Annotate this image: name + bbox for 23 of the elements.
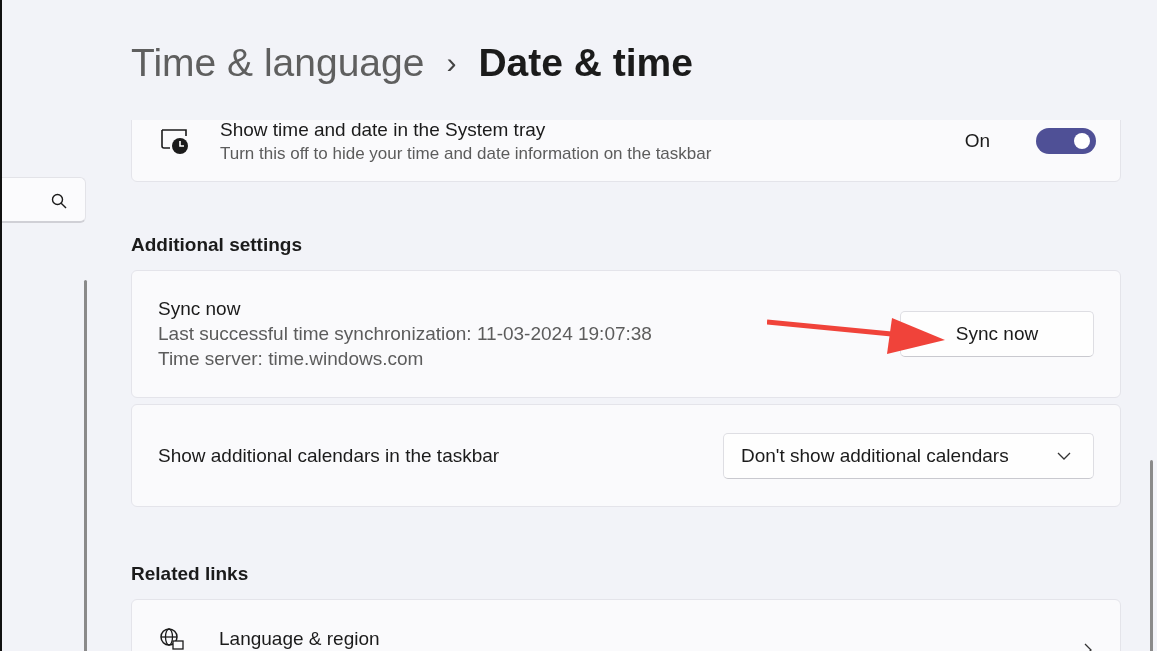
calendar-dropdown[interactable]: Don't show additional calendars xyxy=(723,432,1094,479)
section-heading: Related links xyxy=(131,563,250,585)
setting-description: Last successful time synchronization: 11-03-2024 19:07:38 xyxy=(158,323,653,345)
scrollbar[interactable] xyxy=(1150,460,1153,651)
breadcrumb-separator: › xyxy=(446,46,457,80)
chevron-down-icon xyxy=(1057,451,1071,460)
breadcrumb-link[interactable]: Time & language xyxy=(131,41,425,85)
setting-title: Show additional calendars in the taskbar xyxy=(158,444,500,467)
toggle-switch[interactable] xyxy=(1036,128,1096,154)
globe-icon xyxy=(160,628,184,650)
setting-description: Turn this off to hide your time and date information on the taskbar xyxy=(220,143,713,164)
search-icon xyxy=(51,193,67,209)
sync-button[interactable]: Sync now xyxy=(900,311,1094,357)
setting-description: Time server: time.windows.com xyxy=(158,348,425,370)
link-card[interactable]: Language & region xyxy=(131,599,1121,651)
section-heading: Additional settings xyxy=(131,234,303,256)
clock-screen-icon xyxy=(160,126,190,156)
setting-title: Sync now xyxy=(158,298,242,320)
setting-title: Show time and date in the System tray xyxy=(220,120,547,141)
scrollbar[interactable] xyxy=(84,280,87,651)
toggle-state-label: On xyxy=(964,130,990,152)
search-field[interactable] xyxy=(2,177,86,223)
page-title: Date & time xyxy=(478,41,693,85)
